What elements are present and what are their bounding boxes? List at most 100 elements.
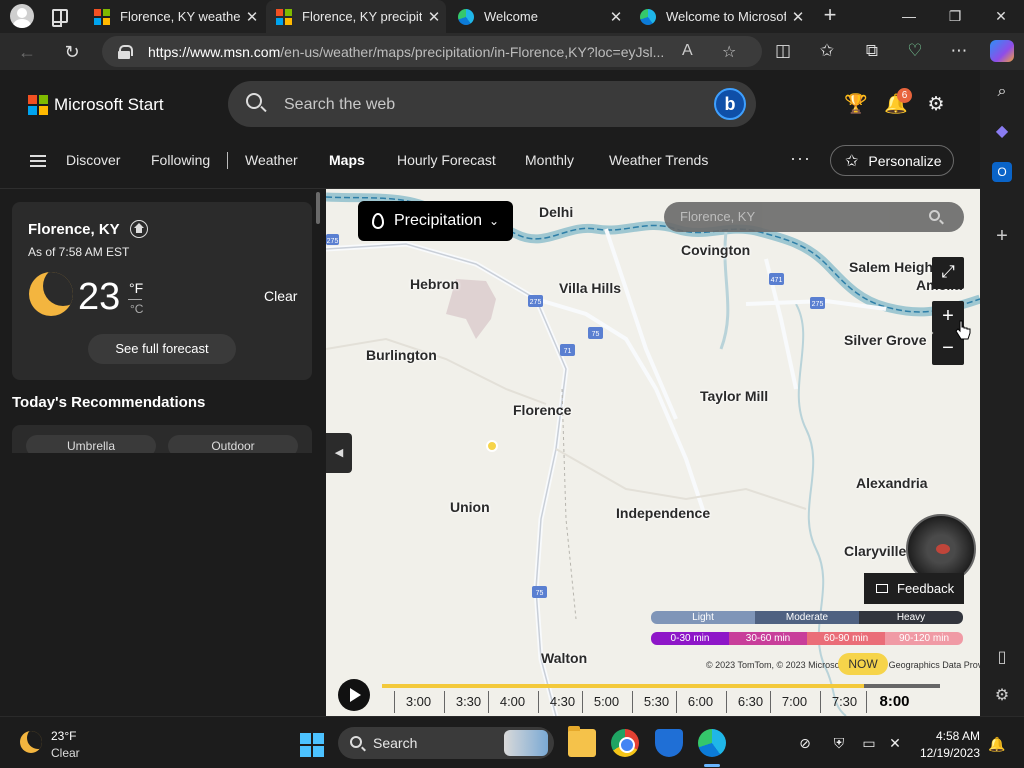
favorites-icon[interactable]: ✩	[816, 40, 838, 62]
current-weather-card[interactable]: Florence, KY As of 7:58 AM EST 23 °F °C …	[12, 202, 312, 380]
new-tab-icon[interactable]: +	[818, 4, 842, 28]
recommendation-outdoor[interactable]: Outdoor	[168, 435, 298, 453]
highway-number: 71	[564, 348, 572, 355]
tab-florence-precipitation[interactable]: Florence, KY precipita ✕	[266, 0, 446, 33]
time-tick[interactable]: 6:00	[676, 691, 724, 713]
bing-icon[interactable]: b	[714, 88, 746, 120]
close-tab-icon[interactable]: ✕	[422, 8, 446, 26]
lock-icon[interactable]	[118, 44, 133, 59]
precipitation-timeline[interactable]: NOW 3:00 3:30 4:00 4:30 5:00 5:30 6:00 6…	[326, 653, 980, 716]
copilot-icon[interactable]	[990, 40, 1014, 62]
security-shield-icon[interactable]	[655, 729, 683, 757]
hide-sidebar-icon[interactable]: ▯	[992, 648, 1012, 668]
time-tick-current[interactable]: 8:00	[866, 691, 922, 713]
sidebar-settings-icon[interactable]: ⚙	[992, 686, 1012, 706]
sidebar-search-icon[interactable]: ⌕	[992, 82, 1012, 102]
close-tab-icon[interactable]: ✕	[240, 8, 264, 26]
favorite-star-icon[interactable]: ☆	[722, 42, 736, 62]
time-tick[interactable]: 3:30	[444, 691, 492, 713]
clock-time[interactable]: 4:58 AM	[920, 729, 980, 743]
panel-scrollbar[interactable]	[316, 192, 320, 224]
rewards-trophy-icon[interactable]: 🏆	[844, 93, 868, 117]
fullscreen-expand-icon[interactable]: ⤢	[932, 257, 964, 289]
time-tick[interactable]: 7:30	[820, 691, 868, 713]
precipitation-map[interactable]: 275 275 471 275 75 71 75 Delhi Covington Salem…	[326, 189, 980, 716]
water-drop-icon	[372, 213, 384, 229]
taskbar-search[interactable]: Search	[338, 727, 554, 759]
highway-number: 275	[327, 238, 339, 245]
collections-icon[interactable]: ⧉	[861, 40, 883, 62]
feedback-button[interactable]: Feedback	[864, 573, 964, 604]
nav-weather[interactable]: Weather	[245, 152, 298, 168]
outlook-icon[interactable]: O	[992, 162, 1012, 182]
taskbar-temperature[interactable]: 23°F	[51, 729, 76, 743]
hamburger-menu-icon[interactable]	[30, 155, 46, 167]
nav-discover[interactable]: Discover	[66, 152, 120, 168]
tab-welcome[interactable]: Welcome ✕	[448, 0, 628, 33]
nav-weather-trends[interactable]: Weather Trends	[609, 152, 708, 168]
time-tick[interactable]: 3:00	[394, 691, 442, 713]
map-label-taylor-mill: Taylor Mill	[700, 388, 769, 404]
brand-link[interactable]: Microsoft Start	[28, 95, 164, 115]
more-options-icon[interactable]: ⋯	[948, 40, 970, 62]
personalize-label: Personalize	[868, 152, 942, 169]
time-tick[interactable]: 4:30	[538, 691, 586, 713]
edge-icon[interactable]	[698, 729, 726, 757]
taskbar-condition[interactable]: Clear	[51, 746, 80, 760]
time-tick[interactable]: 5:30	[632, 691, 680, 713]
more-nav-icon[interactable]: ···	[790, 148, 811, 169]
refresh-icon[interactable]: ↻	[61, 41, 83, 63]
volume-muted-icon[interactable]: ✕	[886, 735, 904, 751]
home-location-icon[interactable]	[130, 220, 148, 238]
chrome-icon[interactable]	[611, 729, 639, 757]
personalize-button[interactable]: ✩ Personalize	[830, 145, 954, 176]
time-tick[interactable]: 6:30	[726, 691, 774, 713]
map-label-delhi: Delhi	[539, 204, 574, 220]
sidebar-copilot-icon[interactable]: ◆	[992, 122, 1012, 142]
time-tick[interactable]: 7:00	[770, 691, 818, 713]
map-label-hebron: Hebron	[410, 276, 459, 292]
display-icon[interactable]: ▭	[860, 735, 878, 751]
nav-monthly[interactable]: Monthly	[525, 152, 574, 168]
nav-hourly-forecast[interactable]: Hourly Forecast	[397, 152, 496, 168]
browser-tab-strip: Florence, KY weather f ✕ Florence, KY pr…	[0, 0, 1024, 33]
minimize-icon[interactable]: —	[886, 0, 932, 33]
defender-icon[interactable]: ⛨	[830, 735, 848, 751]
legend-30-60: 30-60 min	[729, 632, 807, 645]
windows-start-icon[interactable]	[300, 733, 324, 757]
nav-following[interactable]: Following	[151, 152, 210, 168]
tab-actions-icon[interactable]	[52, 9, 68, 27]
collapse-panel-button[interactable]: ◀	[326, 433, 352, 473]
time-tick[interactable]: 5:00	[582, 691, 630, 713]
tab-florence-weather[interactable]: Florence, KY weather f ✕	[84, 0, 264, 33]
map-location-search[interactable]: Florence, KY	[664, 202, 964, 232]
close-tab-icon[interactable]: ✕	[786, 8, 810, 26]
weather-moon-icon[interactable]	[20, 731, 42, 753]
file-explorer-icon[interactable]	[568, 726, 596, 757]
split-screen-icon[interactable]: ◫	[772, 40, 794, 62]
precipitation-layer-dropdown[interactable]: Precipitation ⌄	[358, 201, 513, 241]
restore-icon[interactable]: ❐	[932, 0, 978, 33]
clock-date[interactable]: 12/19/2023	[910, 746, 980, 760]
notification-center-icon[interactable]: 🔔	[988, 736, 1005, 753]
read-aloud-icon[interactable]: A	[682, 42, 693, 60]
close-window-icon[interactable]: ✕	[978, 0, 1024, 33]
add-sidebar-app-icon[interactable]: +	[992, 226, 1012, 246]
see-full-forecast-button[interactable]: See full forecast	[88, 334, 236, 364]
unit-celsius[interactable]: °C	[130, 302, 143, 316]
address-bar[interactable]: https://www.msn.com/en-us/weather/maps/p…	[102, 36, 762, 67]
nav-maps[interactable]: Maps	[329, 152, 365, 168]
recommendation-umbrella[interactable]: Umbrella	[26, 435, 156, 453]
network-off-icon[interactable]: ⊘	[796, 735, 814, 751]
play-button[interactable]	[338, 679, 370, 711]
url-text[interactable]: https://www.msn.com/en-us/weather/maps/p…	[148, 44, 688, 60]
unit-fahrenheit[interactable]: °F	[129, 280, 143, 296]
time-tick[interactable]: 4:00	[488, 691, 536, 713]
profile-icon[interactable]	[10, 4, 34, 28]
close-tab-icon[interactable]: ✕	[604, 8, 628, 26]
tab-welcome-microsoft[interactable]: Welcome to Microsoft ✕	[630, 0, 810, 33]
web-search-box[interactable]: Search the web b	[228, 81, 756, 127]
browser-essentials-icon[interactable]: ♡	[904, 40, 926, 62]
settings-gear-icon[interactable]: ⚙	[924, 93, 948, 117]
back-icon[interactable]: ←	[16, 41, 38, 63]
